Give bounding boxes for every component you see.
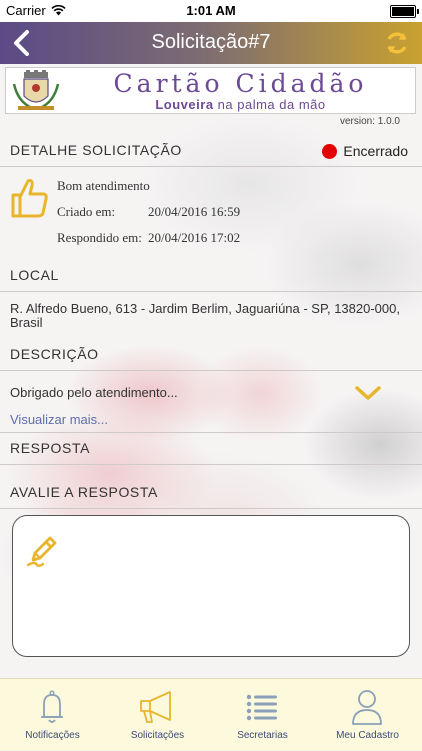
tagline-city: Louveira	[155, 97, 214, 112]
list-icon	[246, 694, 277, 721]
divider	[0, 432, 422, 433]
status-badge: Encerrado	[322, 143, 408, 159]
divider	[0, 464, 422, 465]
tab-meu-cadastro[interactable]: Meu Cadastro	[315, 679, 420, 751]
thumbs-up-icon	[11, 179, 48, 218]
evaluation-input[interactable]	[12, 515, 410, 657]
response-section-title: RESPOSTA	[10, 440, 91, 456]
brand-tagline: Louveira na palma da mão	[68, 97, 413, 112]
chevron-down-icon[interactable]	[354, 384, 382, 402]
answered-value: 20/04/2016 17:02	[148, 230, 241, 245]
cartao-cidadao-banner: Cartão Cidadão Louveira na palma da mão	[5, 67, 416, 114]
refresh-icon[interactable]	[384, 30, 410, 56]
divider	[0, 291, 422, 292]
tab-notificacoes-label: Notificações	[25, 730, 80, 741]
detail-section-title: DETALHE SOLICITAÇÃO	[10, 142, 182, 158]
rating-text: Bom atendimento	[57, 178, 150, 193]
status-dot-icon	[322, 143, 338, 159]
status-bar: Carrier 1:01 AM	[0, 0, 422, 22]
location-address: R. Alfredo Bueno, 613 - Jardim Berlim, J…	[10, 301, 400, 330]
evaluate-section-title: AVALIE A RESPOSTA	[10, 484, 158, 500]
clock: 1:01 AM	[186, 3, 236, 18]
created-label: Criado em:	[57, 204, 116, 219]
tab-solicitacoes-label: Solicitações	[130, 730, 185, 741]
divider	[0, 370, 422, 371]
nav-bar: Solicitação#7	[0, 22, 422, 64]
bell-icon	[41, 690, 63, 723]
battery-icon	[390, 5, 419, 18]
tab-notificacoes[interactable]: Notificações	[0, 679, 105, 751]
divider	[0, 508, 422, 509]
created-value: 20/04/2016 16:59	[148, 204, 241, 219]
tagline-rest: na palma da mão	[213, 97, 326, 112]
description-section-title: DESCRIÇÃO	[10, 346, 99, 362]
tab-bar: Notificações Solicitações Secretarias Me…	[0, 678, 422, 750]
brand-title: Cartão Cidadão	[113, 69, 368, 98]
answered-label: Respondido em:	[57, 230, 142, 245]
location-section-title: LOCAL	[10, 267, 59, 283]
status-label: Encerrado	[343, 143, 408, 159]
tab-secretarias[interactable]: Secretarias	[210, 679, 315, 751]
page-title: Solicitação#7	[151, 31, 271, 53]
tab-secretarias-label: Secretarias	[237, 730, 288, 741]
city-crest-icon	[12, 70, 60, 110]
user-icon	[352, 690, 382, 725]
app-version: version: 1.0.0	[339, 116, 400, 127]
pencil-icon[interactable]	[25, 534, 59, 568]
description-text: Obrigado pelo atendimento...	[10, 385, 178, 400]
divider	[0, 166, 422, 167]
tab-meu-cadastro-label: Meu Cadastro	[336, 730, 399, 741]
show-more-link[interactable]: Visualizar mais...	[10, 412, 108, 427]
tab-solicitacoes[interactable]: Solicitações	[105, 679, 210, 751]
megaphone-icon	[140, 691, 171, 723]
